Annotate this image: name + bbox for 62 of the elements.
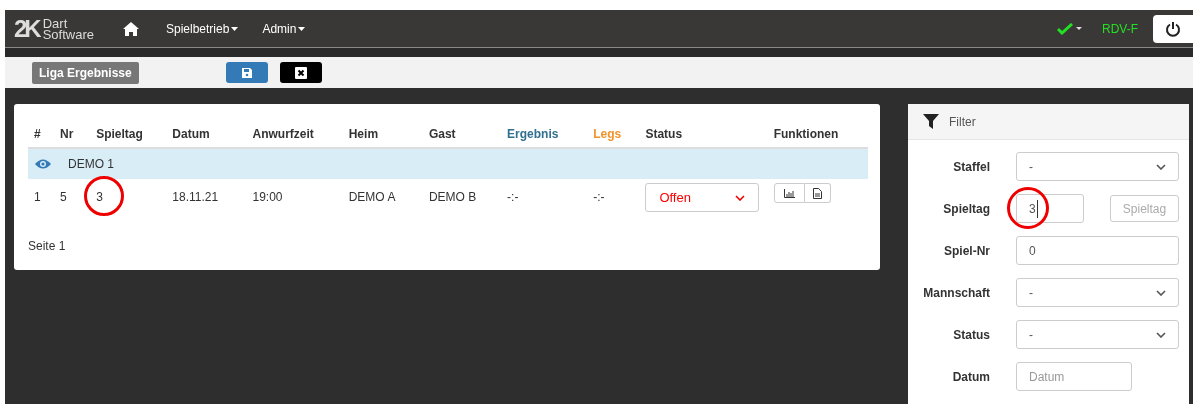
close-button[interactable] xyxy=(279,62,322,83)
chevron-down-icon xyxy=(1156,289,1166,296)
nav-menu[interactable]: Spielbetrieb xyxy=(166,19,239,38)
chevron-down-icon xyxy=(735,194,746,201)
column-header: Heim xyxy=(342,120,423,148)
field-label: Status xyxy=(952,326,990,344)
power-button[interactable] xyxy=(1153,14,1193,43)
field-label: Spieltag xyxy=(942,200,990,218)
page-title: Liga Ergebnisse xyxy=(32,61,139,84)
field-label: Staffel xyxy=(952,158,990,176)
column-header: # xyxy=(28,120,55,148)
field-label: Spiel-Nr xyxy=(943,242,990,260)
chevron-down-icon xyxy=(1156,163,1166,170)
nav-menu[interactable]: Admin xyxy=(262,19,306,38)
save-button[interactable] xyxy=(225,62,268,83)
column-header: Status xyxy=(639,120,768,148)
table-cell-text: 1 xyxy=(34,189,41,206)
logo-mark: 2K xyxy=(14,16,39,41)
table-cell-text: 5 xyxy=(60,189,67,206)
bar-chart-icon xyxy=(783,188,795,198)
table-cell-text: 3 xyxy=(96,189,103,206)
group-name: DEMO 1 xyxy=(68,156,114,173)
chevron-down-icon xyxy=(1156,331,1166,338)
field-label: Datum xyxy=(951,368,990,386)
column-header: Anwurfzeit xyxy=(246,120,343,148)
caret-icon xyxy=(298,26,306,31)
document-icon xyxy=(812,187,822,199)
column-header: Gast xyxy=(422,120,502,148)
eye-icon[interactable] xyxy=(34,158,52,170)
logo-text: Dart xyxy=(42,17,68,29)
column-header: Nr xyxy=(54,120,91,148)
table-cell-text: -:- xyxy=(593,189,605,206)
home-icon[interactable] xyxy=(122,20,140,37)
close-icon xyxy=(294,66,307,79)
table-cell-text: 18.11.21 xyxy=(172,189,219,206)
column-header: Funktionen xyxy=(767,120,868,148)
table-cell-text: DEMO B xyxy=(428,189,477,206)
field-label: Mannschaft xyxy=(922,284,990,302)
logo-text: Software xyxy=(42,28,94,40)
column-header: Ergebnis xyxy=(501,120,588,148)
caret-icon xyxy=(231,26,239,31)
input-field[interactable]: 0 xyxy=(1016,236,1179,265)
table-cell-text: -:- xyxy=(507,189,519,206)
input-field[interactable]: 3 xyxy=(1016,194,1084,223)
user-name[interactable]: RDV-F xyxy=(1102,19,1138,38)
select-field[interactable]: - xyxy=(1016,278,1179,307)
chart-button[interactable] xyxy=(773,183,805,203)
panel-title: Filter xyxy=(949,113,976,131)
column-header: Datum xyxy=(166,120,247,148)
select-field[interactable]: - xyxy=(1016,152,1179,181)
select-field[interactable]: - xyxy=(1016,320,1179,349)
date-field[interactable]: Datum xyxy=(1016,362,1132,391)
page-indicator: Seite 1 xyxy=(28,238,67,255)
document-button[interactable] xyxy=(804,183,831,203)
filter-icon xyxy=(923,114,939,129)
status-select[interactable]: Offen xyxy=(645,183,760,212)
column-header: Spieltag xyxy=(90,120,167,148)
column-header: Legs xyxy=(587,120,640,148)
table-cell-text: DEMO A xyxy=(348,189,396,206)
status-check-icon[interactable] xyxy=(1057,22,1082,35)
table-cell-text: 19:00 xyxy=(252,189,283,206)
power-icon xyxy=(1165,20,1181,37)
